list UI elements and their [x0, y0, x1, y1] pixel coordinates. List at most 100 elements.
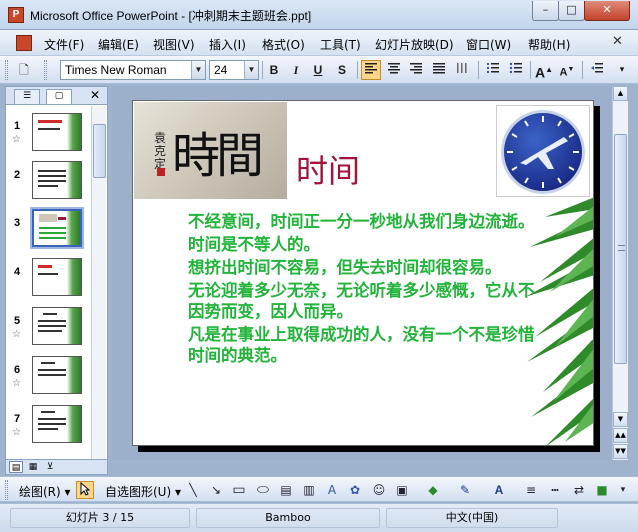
dash-style-icon[interactable]: ┅ [546, 481, 564, 499]
toolbar-grip[interactable] [44, 60, 47, 80]
thumb-image [39, 214, 57, 222]
slide-number: 2 [14, 169, 21, 181]
slide-scrollbar[interactable]: ▲ ▼ ▲▲ ▼▼ [612, 86, 628, 460]
body-paragraph: 时间是不等人的。 [188, 235, 320, 254]
toolbar-options-icon[interactable]: ▾ [614, 481, 632, 499]
draw-menu-button[interactable]: 绘图(R) ▾ [19, 483, 71, 500]
normal-view-icon[interactable]: ▤ [9, 461, 23, 473]
next-slide-icon[interactable]: ▼▼ [613, 444, 628, 459]
document-close-icon[interactable]: ✕ [612, 34, 623, 49]
underline-button[interactable]: U [308, 60, 328, 80]
align-left-button[interactable] [361, 60, 381, 80]
menu-file[interactable]: 文件(F) [44, 36, 84, 53]
picture-icon[interactable]: ▣ [393, 481, 411, 499]
menu-format[interactable]: 格式(O) [262, 36, 305, 53]
calligraphy-image[interactable]: 袁克定 時間 [134, 102, 287, 199]
slide-thumbnail-2[interactable] [32, 161, 82, 199]
document-icon[interactable] [16, 35, 32, 51]
menu-view[interactable]: 视图(V) [153, 36, 195, 53]
arrow-icon[interactable]: ↘ [207, 481, 225, 499]
slides-tab[interactable]: ▢ [46, 89, 72, 104]
slide-thumbnail-1[interactable] [32, 113, 82, 151]
menu-insert[interactable]: 插入(I) [209, 36, 246, 53]
status-bar: 幻灯片 3 / 15 Bamboo 中文(中国) [0, 503, 638, 532]
shrink-font-button[interactable]: A▼ [557, 60, 577, 80]
slide-thumbnail-4[interactable] [32, 258, 82, 296]
fill-color-icon[interactable]: ◆ [424, 481, 442, 499]
slides-panel-scrollbar[interactable] [91, 106, 106, 459]
menu-tools[interactable]: 工具(T) [320, 36, 361, 53]
animation-star-icon: ☆ [12, 378, 21, 389]
slide-thumbnail-6[interactable] [32, 356, 82, 394]
slide-canvas[interactable]: 袁克定 時間 时间 不经意间，时间正一分一秒地从我们身边流逝。 时间是不等人的。… [132, 100, 594, 446]
chevron-down-icon[interactable]: ▼ [244, 61, 258, 79]
powerpoint-icon[interactable]: P [8, 7, 24, 23]
menu-edit[interactable]: 编辑(E) [98, 36, 139, 53]
slideshow-icon[interactable]: ⊻ [43, 461, 57, 473]
slide-thumbnail-3[interactable] [30, 207, 84, 249]
scroll-up-icon[interactable]: ▲ [613, 86, 628, 101]
toolbar-options-icon[interactable]: ▾ [612, 60, 632, 80]
thumb-line [38, 175, 66, 177]
font-name-select[interactable]: Times New Roman ▼ [60, 60, 206, 80]
line-style-icon[interactable]: ≡ [522, 481, 540, 499]
outline-tab[interactable]: ☰ [14, 89, 40, 104]
align-right-button[interactable] [406, 60, 426, 80]
minimize-button[interactable]: – [532, 1, 559, 21]
toolbar-grip[interactable] [5, 60, 8, 80]
slide-title[interactable]: 时间 [296, 146, 360, 192]
shadow-style-icon[interactable]: ■ [593, 481, 611, 499]
menu-help[interactable]: 帮助(H) [528, 36, 570, 53]
toolbar-separator [357, 61, 358, 79]
thumb-line [38, 128, 60, 130]
maximize-button[interactable]: □ [558, 1, 585, 21]
thumb-line [39, 232, 67, 234]
line-icon[interactable]: ╲ [184, 481, 202, 499]
align-center-icon [388, 63, 400, 74]
slide-thumbnail-5[interactable] [32, 307, 82, 345]
justify-button[interactable] [429, 60, 449, 80]
textbox-icon[interactable]: ▤ [277, 481, 295, 499]
diagram-icon[interactable]: ✿ [346, 481, 364, 499]
chevron-down-icon[interactable]: ▼ [191, 61, 205, 79]
bold-button[interactable]: B [264, 60, 284, 80]
font-size-select[interactable]: 24 ▼ [209, 60, 259, 80]
select-pointer-icon[interactable] [76, 481, 94, 499]
menu-window[interactable]: 窗口(W) [466, 36, 511, 53]
scroll-down-icon[interactable]: ▼ [613, 412, 628, 427]
thumb-line [39, 237, 67, 239]
line-color-icon[interactable]: ✎ [456, 481, 474, 499]
scrollbar-thumb[interactable] [93, 124, 106, 178]
thumb-line [39, 227, 67, 229]
vertical-textbox-icon[interactable]: ▥ [300, 481, 318, 499]
scrollbar-thumb[interactable] [614, 134, 627, 364]
slide-body-text[interactable]: 不经意间，时间正一分一秒地从我们身边流逝。 时间是不等人的。 想挤出时间不容易，… [188, 211, 544, 368]
toolbar-grip[interactable] [5, 480, 8, 500]
numbered-list-icon[interactable] [483, 60, 503, 80]
slide-number: 4 [14, 266, 21, 278]
clock-image[interactable] [496, 105, 590, 197]
shadow-button[interactable]: S [332, 60, 352, 80]
align-center-button[interactable] [384, 60, 404, 80]
bulleted-list-icon[interactable] [506, 60, 526, 80]
oval-icon[interactable]: ⬭ [254, 481, 272, 499]
font-color-icon[interactable]: A [490, 481, 508, 499]
close-button[interactable]: ✕ [584, 1, 630, 21]
body-paragraph: 不经意间，时间正一分一秒地从我们身边流逝。 [188, 212, 535, 231]
rectangle-icon[interactable]: ▭ [230, 481, 248, 499]
menu-slideshow[interactable]: 幻灯片放映(D) [375, 36, 454, 53]
new-document-icon[interactable]: 🗋 [14, 60, 34, 80]
arrow-style-icon[interactable]: ⇄ [570, 481, 588, 499]
clipart-icon[interactable]: ☺ [370, 481, 388, 499]
grow-font-button[interactable]: A▲ [534, 60, 554, 81]
panel-close-icon[interactable]: ✕ [90, 88, 100, 102]
wordart-icon[interactable]: A [323, 481, 341, 499]
shrink-font-label: A [559, 66, 568, 79]
distribute-columns-icon[interactable] [452, 60, 472, 80]
decrease-indent-icon[interactable] [587, 60, 607, 80]
autoshapes-menu-button[interactable]: 自选图形(U) ▾ [105, 483, 181, 500]
slide-thumbnail-7[interactable] [32, 405, 82, 443]
slide-sorter-icon[interactable]: ▦ [26, 461, 40, 473]
italic-button[interactable]: I [286, 60, 306, 80]
previous-slide-icon[interactable]: ▲▲ [613, 428, 628, 443]
